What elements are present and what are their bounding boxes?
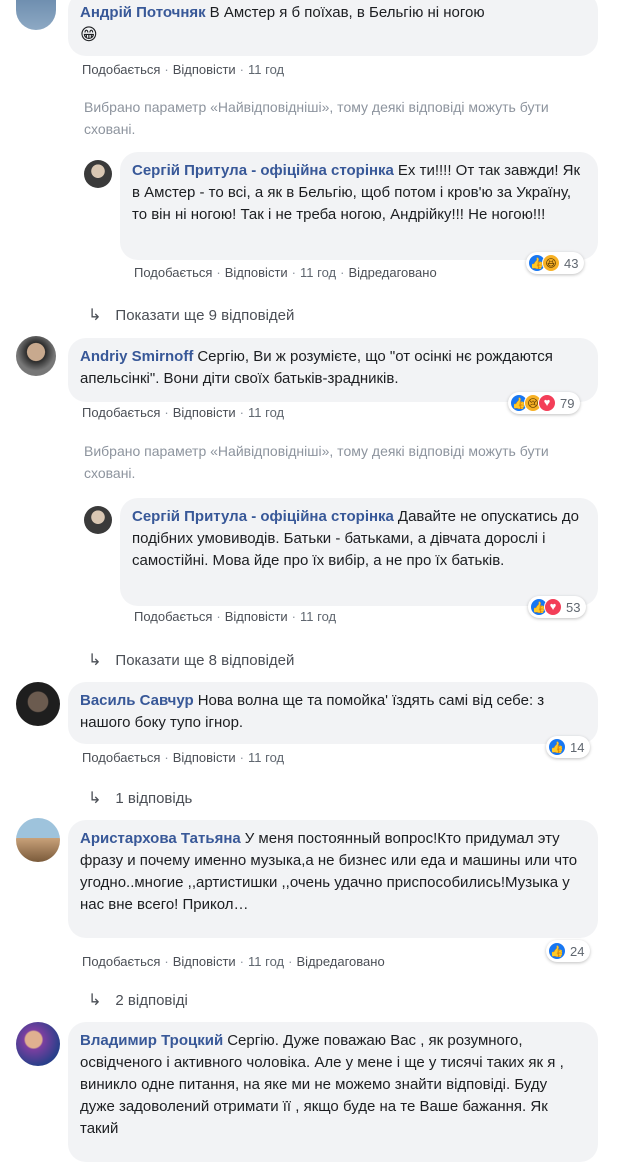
timestamp[interactable]: 11 год [248,954,284,969]
like-link[interactable]: Подобається [82,405,160,420]
reply-link[interactable]: Відповісти [225,609,288,624]
reply-bubble: Сергій Притула - офіційна сторінка Давайт… [120,498,598,606]
comment-bubble: Владимир Троцкий Сергію. Дуже поважаю Вас… [68,1022,598,1162]
reaction-count: 53 [566,599,581,615]
like-link[interactable]: Подобається [134,265,212,280]
show-more-label: Показати ще 8 відповідей [115,652,295,669]
filter-note: Вибрано параметр «Найвідповідніші», тому… [84,99,549,137]
reply-actions: Подобається · Відповісти · 11 год · Відредагов… [134,265,437,280]
reaction-count: 14 [570,739,585,755]
reply-arrow-icon: ↳ [88,992,102,1009]
filter-note: Вибрано параметр «Найвідповідніші», тому… [84,443,549,481]
show-more-label: 1 відповідь [115,790,193,807]
comment-author[interactable]: Аристархова Татьяна [80,830,241,847]
reply-arrow-icon: ↳ [88,790,102,807]
reply-link[interactable]: Відповісти [173,62,236,77]
avatar[interactable] [16,818,60,862]
comment-actions: Подобається · Відповісти · 11 год [82,405,285,420]
reply-arrow-icon: ↳ [88,307,102,324]
like-icon: 👍 [548,738,566,756]
avatar[interactable] [84,160,112,188]
show-more-label: 2 відповіді [115,992,188,1009]
edited-label[interactable]: Відредаговано [296,954,384,969]
like-icon: 👍 [548,942,566,960]
comment-bubble: Андрій Поточняк В Амстер я б поїхав, в Бе… [68,0,598,56]
reply-link[interactable]: Відповісти [173,954,236,969]
reactions-badge[interactable]: 👍 24 [546,940,591,962]
love-icon: ♥ [538,394,556,412]
reactions-badge[interactable]: 👍 😆 43 [526,252,585,274]
reply-author[interactable]: Сергій Притула - офіційна сторінка [132,508,394,525]
avatar[interactable] [16,336,56,376]
reaction-count: 43 [564,255,579,271]
show-more-replies[interactable]: ↳ Показати ще 8 відповідей [88,650,294,670]
like-link[interactable]: Подобається [82,954,160,969]
reply-bubble: Сергій Притула - офіційна сторінка Ех ти!… [120,152,598,260]
reply-link[interactable]: Відповісти [173,750,236,765]
show-more-label: Показати ще 9 відповідей [115,307,295,324]
timestamp[interactable]: 11 год [300,609,336,624]
comment-author[interactable]: Василь Савчур [80,692,194,709]
avatar[interactable] [16,0,56,30]
timestamp[interactable]: 11 год [248,750,284,765]
comment-bubble: Аристархова Татьяна У меня постоянный воп… [68,820,598,938]
avatar[interactable] [16,682,60,726]
edited-label[interactable]: Відредаговано [348,265,436,280]
reactions-badge[interactable]: 👍 14 [546,736,591,758]
timestamp[interactable]: 11 год [300,265,336,280]
comment-author[interactable]: Андрій Поточняк [80,4,206,21]
love-icon: ♥ [544,598,562,616]
timestamp[interactable]: 11 год [248,405,284,420]
reply-actions: Подобається · Відповісти · 11 год [134,609,337,624]
like-link[interactable]: Подобається [82,750,160,765]
comment-actions: Подобається · Відповісти · 11 год · Відредагов… [82,954,385,969]
reactions-badge[interactable]: 👍 ♥ 53 [528,596,587,618]
timestamp[interactable]: 11 год [248,62,284,77]
comment-text: В Амстер я б поїхав, в Бельгію ні ногою [209,4,485,21]
comment-actions: Подобається · Відповісти · 11 год [82,750,285,765]
show-more-replies[interactable]: ↳ 2 відповіді [88,990,188,1010]
emoji-grin-icon: 😁 [80,25,98,44]
like-link[interactable]: Подобається [134,609,212,624]
show-more-replies[interactable]: ↳ Показати ще 9 відповідей [88,305,294,325]
reaction-count: 79 [560,395,575,411]
reply-link[interactable]: Відповісти [173,405,236,420]
haha-icon: 😆 [542,254,560,272]
show-more-replies[interactable]: ↳ 1 відповідь [88,788,192,808]
avatar[interactable] [84,506,112,534]
reply-arrow-icon: ↳ [88,652,102,669]
comment-author[interactable]: Andriy Smirnoff [80,348,193,365]
like-link[interactable]: Подобається [82,62,160,77]
reaction-count: 24 [570,943,585,959]
comment-bubble: Василь Савчур Нова волна ще та помойка' ї… [68,682,598,744]
avatar[interactable] [16,1022,60,1066]
reactions-badge[interactable]: 👍 😢 ♥ 79 [508,392,581,414]
comment-author[interactable]: Владимир Троцкий [80,1032,223,1049]
reply-link[interactable]: Відповісти [225,265,288,280]
reply-author[interactable]: Сергій Притула - офіційна сторінка [132,162,394,179]
comment-actions: Подобається · Відповісти · 11 год [82,62,285,77]
